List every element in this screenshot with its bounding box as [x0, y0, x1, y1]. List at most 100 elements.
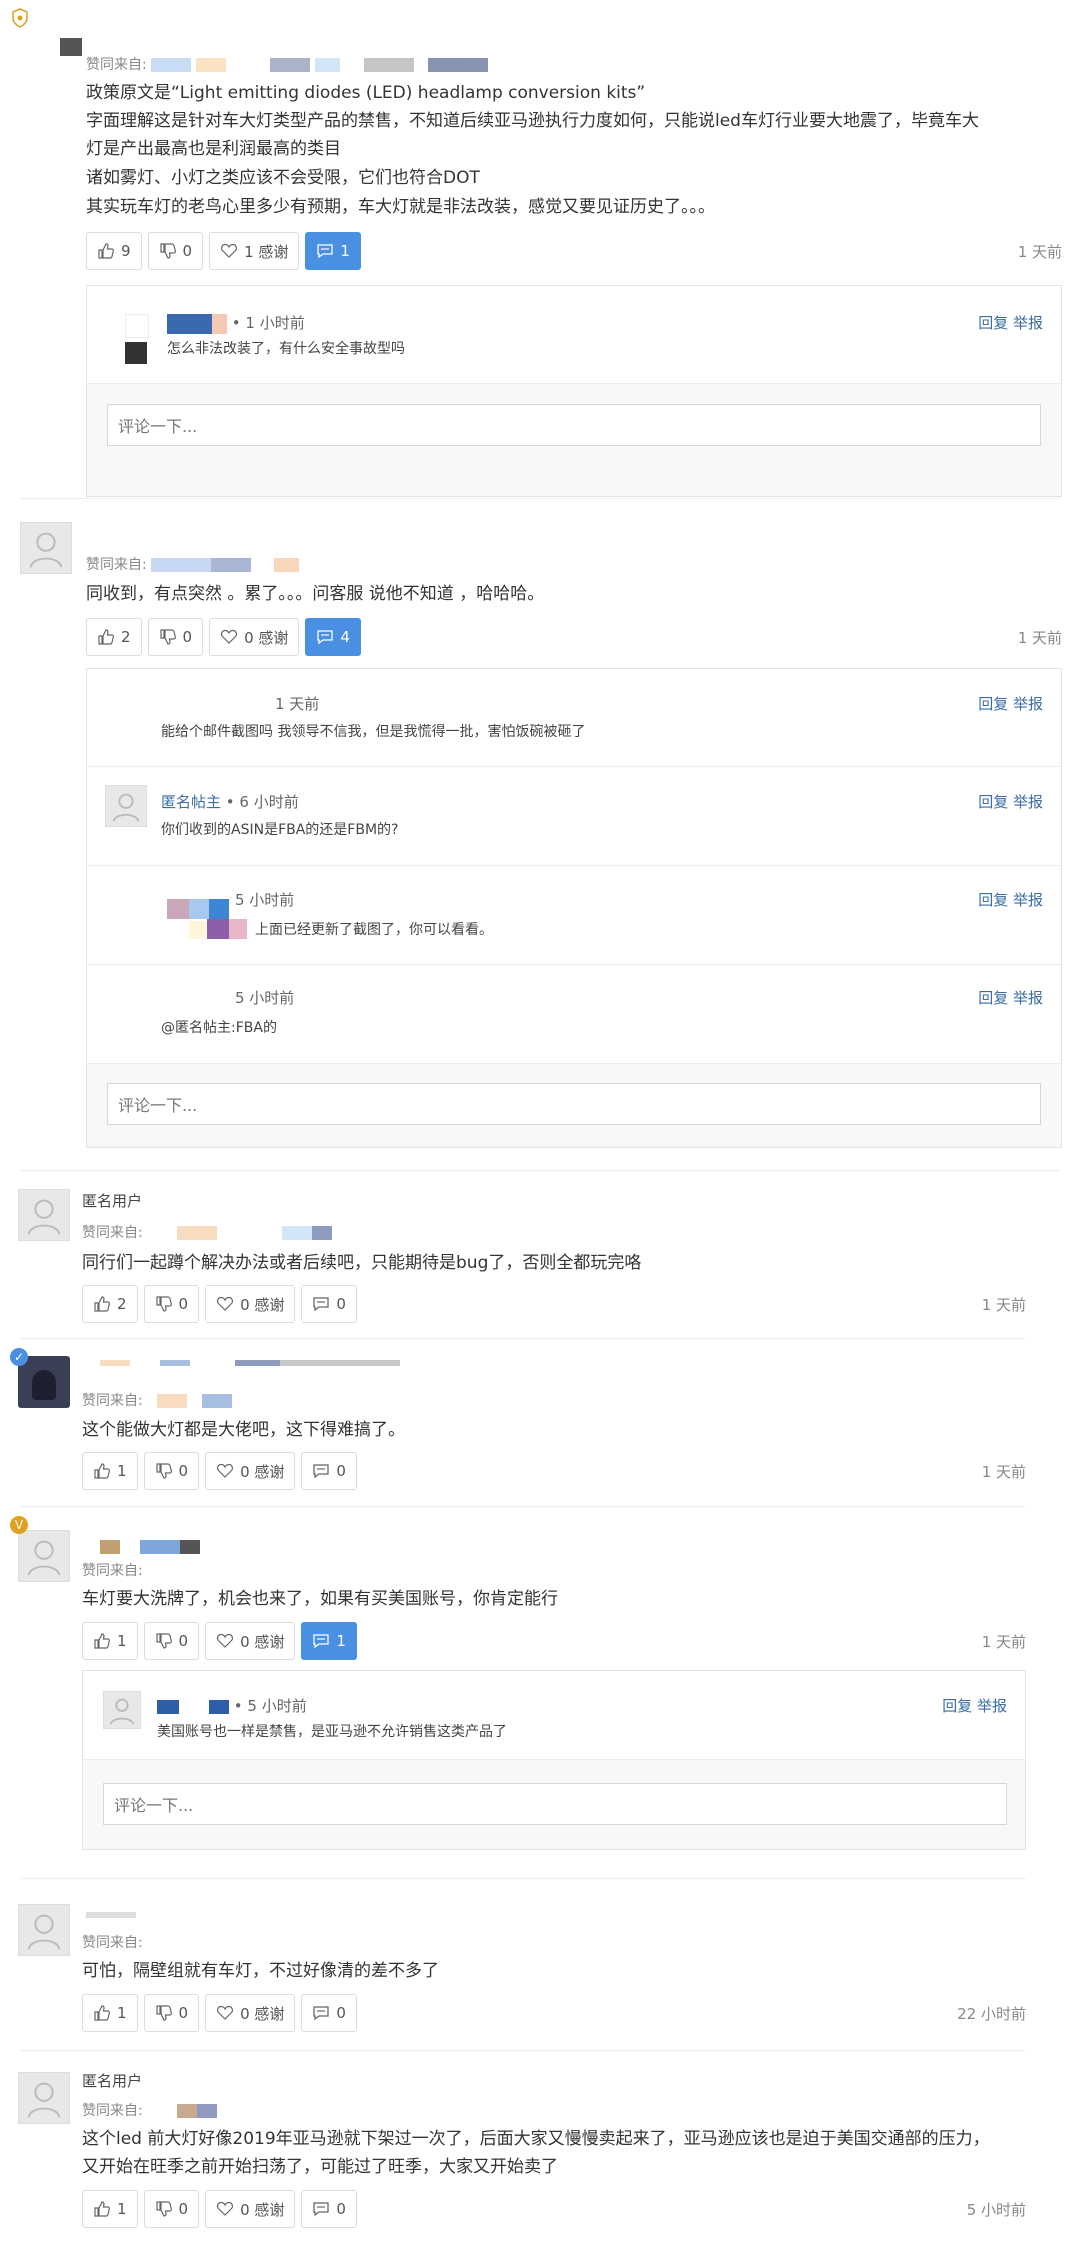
comment-actions: 1 0 0 感谢 0 [82, 2190, 363, 2228]
comment-actions: 2 0 0 感谢 0 [82, 1285, 363, 1323]
replies-button[interactable]: 4 [305, 618, 361, 656]
reply-link[interactable]: 回复 [978, 891, 1008, 909]
thumbs-down-icon [159, 242, 177, 260]
dislike-button[interactable]: 0 [143, 1622, 200, 1660]
reply-avatar [105, 785, 147, 827]
replies-button[interactable]: 0 [301, 2190, 357, 2228]
comment-icon [312, 1295, 330, 1313]
reply-meta: 5 小时前 [235, 891, 295, 909]
reply-text: 美国账号也一样是禁售，是亚马逊不允许销售这类产品了 [157, 1724, 507, 1740]
comment-text-line: 同行们一起蹲个解决办法或者后续吧，只能期待是bug了，否则全都玩完咯 [82, 1253, 642, 1273]
reply-actions: 回复 举报 [942, 1695, 1007, 1716]
replies-button[interactable]: 0 [301, 1994, 357, 2032]
author-name[interactable] [86, 1904, 146, 1918]
heart-icon [216, 1632, 234, 1650]
comment-icon [316, 242, 334, 260]
like-button[interactable]: 2 [86, 618, 142, 656]
thanks-button[interactable]: 0 感谢 [205, 1622, 296, 1660]
comment-icon [312, 1462, 330, 1480]
thanks-button[interactable]: 0 感谢 [205, 2190, 296, 2228]
dislike-button[interactable]: 0 [143, 1452, 200, 1490]
report-link[interactable]: 举报 [1013, 314, 1043, 332]
via-label: 赞同来自: [82, 2100, 218, 2120]
like-button[interactable]: 1 [82, 1622, 138, 1660]
report-link[interactable]: 举报 [977, 1697, 1007, 1715]
comment: 匿名用户 赞同来自: 这个led 前大灯好像2019年亚马逊就下架过一次了，后面… [0, 2054, 1080, 2244]
comment: 赞同来自: 同收到，有点突然 。累了。。。问客服 说他不知道 ，哈哈哈。 2 0… [0, 500, 1080, 1160]
avatar [20, 522, 72, 574]
reply-meta: • 5 小时前 [157, 1695, 307, 1716]
via-label: 赞同来自: [86, 54, 489, 74]
comment-text-line: 字面理解这是针对车大灯类型产品的禁售，不知道后续亚马逊执行力度如何，只能说led… [86, 111, 979, 131]
author-name[interactable]: 匿名用户 [82, 1190, 142, 1211]
comment-input[interactable]: 评论一下... [107, 1083, 1041, 1125]
comment-input[interactable]: 评论一下... [103, 1783, 1007, 1825]
via-label: 赞同来自: [82, 1563, 143, 1579]
thanks-button[interactable]: 0 感谢 [205, 1452, 296, 1490]
thanks-button[interactable]: 0 感谢 [205, 1994, 296, 2032]
comment-time: 1 天前 [1017, 629, 1062, 647]
heart-icon [220, 242, 238, 260]
thanks-button[interactable]: 1 感谢 [209, 232, 300, 270]
report-link[interactable]: 举报 [1013, 989, 1043, 1007]
via-label: 赞同来自: [82, 1935, 143, 1951]
replies-button[interactable]: 0 [301, 1452, 357, 1490]
thumbs-up-icon [93, 2004, 111, 2022]
dislike-button[interactable]: 0 [147, 618, 204, 656]
like-button[interactable]: 1 [82, 2190, 138, 2228]
comment-time: 5 小时前 [966, 2201, 1026, 2219]
replies-button[interactable]: 0 [301, 1285, 357, 1323]
avatar [18, 2072, 70, 2124]
thumbs-up-icon [97, 242, 115, 260]
author-name[interactable] [100, 1536, 210, 1554]
report-link[interactable]: 举报 [1013, 891, 1043, 909]
thumbs-up-icon [93, 2200, 111, 2218]
comment-actions: 9 0 1 感谢 1 [86, 232, 367, 270]
comment-icon [312, 2004, 330, 2022]
thumbs-up-icon [93, 1632, 111, 1650]
comment-text-line: 诸如雾灯、小灯之类应该不会受限，它们也符合DOT [86, 168, 480, 188]
verified-badge-icon: ✓ [10, 1348, 28, 1366]
reply-link[interactable]: 回复 [978, 314, 1008, 332]
comment-text-line: 政策原文是“Light emitting diodes (LED) headla… [86, 83, 646, 103]
comment-text-line: 其实玩车灯的老鸟心里多少有预期，车大灯就是非法改装，感觉又要见证历史了。。。 [86, 197, 715, 217]
reply-text: 上面已经更新了截图了，你可以看看。 [255, 922, 493, 938]
thumbs-down-icon [155, 1462, 173, 1480]
comment-actions: 2 0 0 感谢 4 [86, 618, 367, 656]
report-link[interactable]: 举报 [1013, 793, 1043, 811]
comment-input[interactable]: 评论一下... [107, 404, 1041, 446]
thanks-button[interactable]: 0 感谢 [205, 1285, 296, 1323]
comment-time: 1 天前 [1017, 243, 1062, 261]
like-button[interactable]: 1 [82, 1452, 138, 1490]
reply-author[interactable]: 匿名帖主 [161, 793, 221, 811]
thumbs-down-icon [155, 1632, 173, 1650]
reply-panel: 1 天前 能给个邮件截图吗 我领导不信我，但是我慌得一批，害怕饭碗被砸了 回复 … [86, 668, 1062, 1148]
comment-icon [316, 628, 334, 646]
replies-button[interactable]: 1 [301, 1622, 357, 1660]
reply-link[interactable]: 回复 [942, 1697, 972, 1715]
comment-text-line: 车灯要大洗牌了，机会也来了，如果有买美国账号，你肯定能行 [82, 1589, 558, 1609]
like-button[interactable]: 1 [82, 1994, 138, 2032]
report-link[interactable]: 举报 [1013, 695, 1043, 713]
reply-panel: • 5 小时前 美国账号也一样是禁售，是亚马逊不允许销售这类产品了 回复 举报 … [82, 1670, 1026, 1850]
thanks-button[interactable]: 0 感谢 [209, 618, 300, 656]
reply-meta: 5 小时前 [235, 989, 295, 1007]
avatar [18, 1904, 70, 1956]
reply-avatar [125, 314, 149, 364]
comment-text-line: 同收到，有点突然 。累了。。。问客服 说他不知道 ，哈哈哈。 [86, 584, 545, 604]
reply-link[interactable]: 回复 [978, 989, 1008, 1007]
author-name[interactable]: 匿名用户 [82, 2070, 142, 2091]
comment-text-line: 又开始在旺季之前开始扫荡了，可能过了旺季，大家又开始卖了 [82, 2157, 558, 2177]
replies-button[interactable]: 1 [305, 232, 361, 270]
dislike-button[interactable]: 0 [143, 1994, 200, 2032]
shield-icon [10, 8, 30, 28]
reply-link[interactable]: 回复 [978, 793, 1008, 811]
dislike-button[interactable]: 0 [143, 2190, 200, 2228]
comment-icon [312, 1632, 330, 1650]
dislike-button[interactable]: 0 [147, 232, 204, 270]
like-button[interactable]: 9 [86, 232, 142, 270]
like-button[interactable]: 2 [82, 1285, 138, 1323]
dislike-button[interactable]: 0 [143, 1285, 200, 1323]
reply-link[interactable]: 回复 [978, 695, 1008, 713]
comment-text-line: 这个led 前大灯好像2019年亚马逊就下架过一次了，后面大家又慢慢卖起来了，亚… [82, 2129, 990, 2149]
